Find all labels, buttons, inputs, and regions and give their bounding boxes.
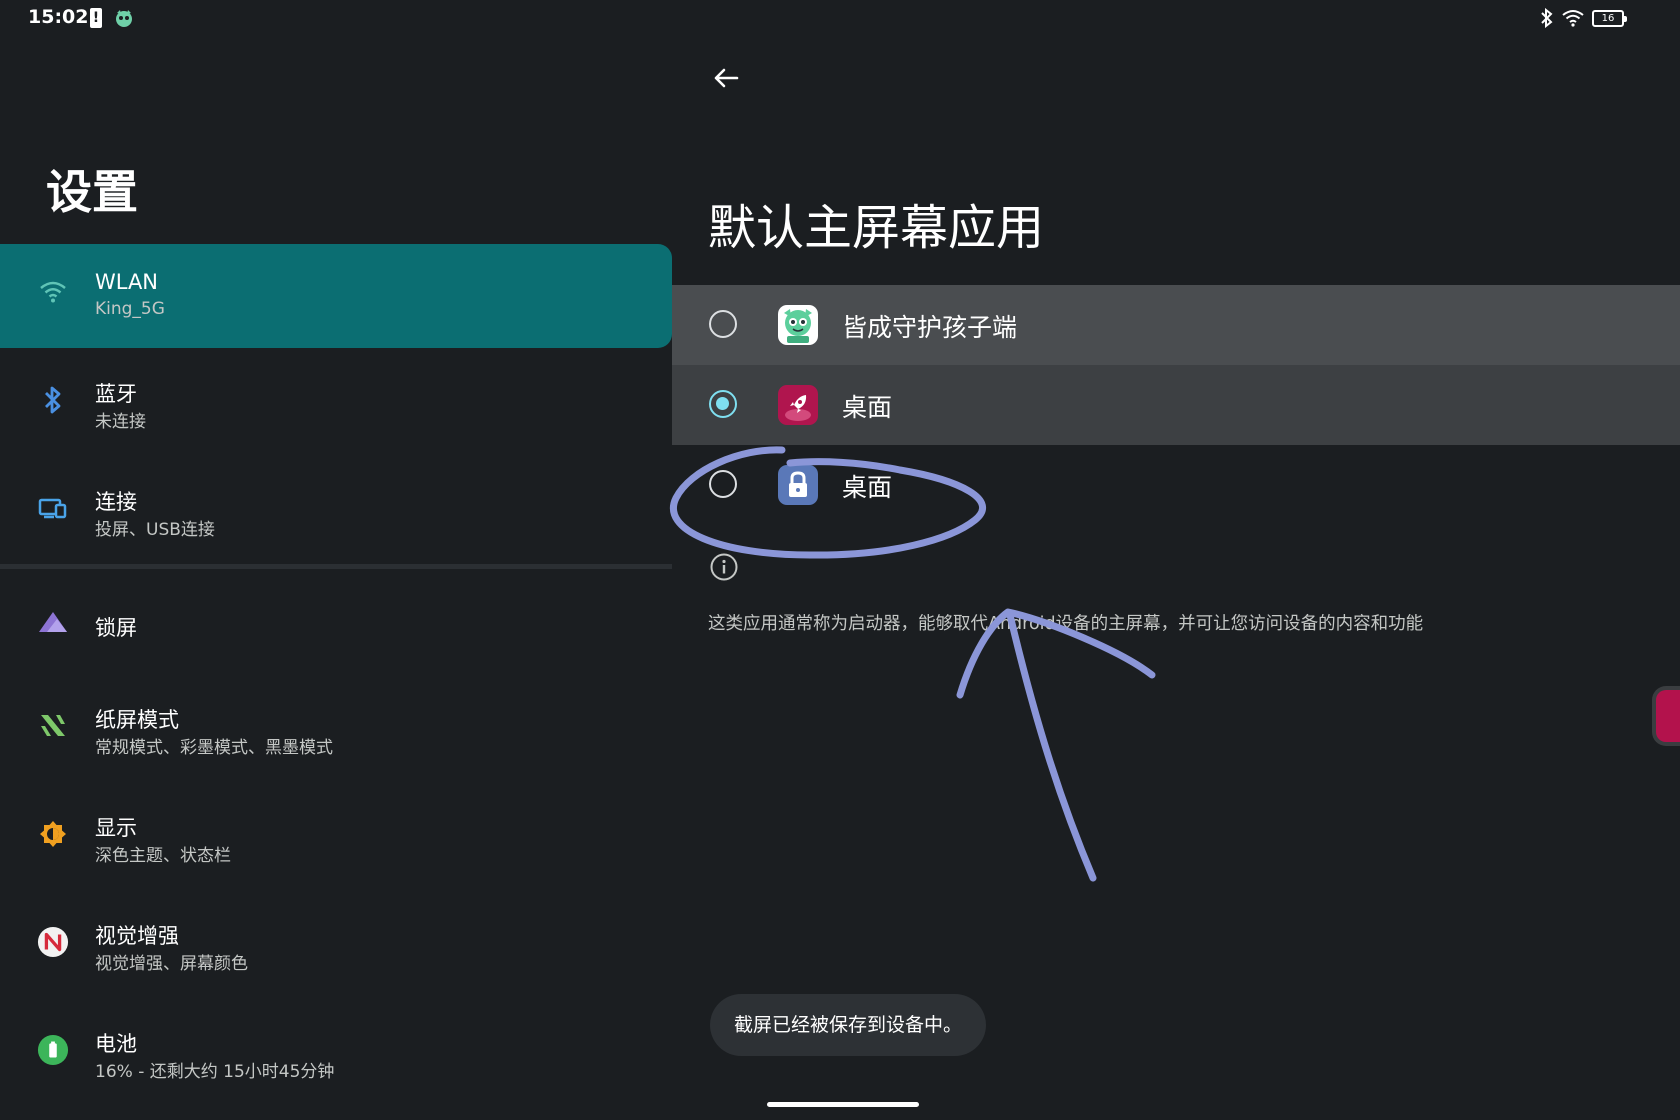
home-option-launcher[interactable]: 桌面 — [672, 365, 1680, 445]
option-label: 皆成守护孩子端 — [842, 313, 1018, 342]
option-label: 桌面 — [842, 473, 893, 502]
floating-edge-button[interactable] — [1652, 686, 1680, 746]
nav-item-lockscreen[interactable]: 锁屏 — [0, 574, 672, 678]
nav-item-subtitle: King_5G — [95, 299, 165, 319]
screenshot-toast: 截屏已经被保存到设备中。 — [710, 994, 987, 1056]
radio-button-checked[interactable] — [709, 390, 737, 418]
nav-item-title: 锁屏 — [95, 616, 137, 640]
settings-nav-pane: 设置 WLAN King_5G 蓝牙 未连接 连接 投屏、USB连接 锁屏 纸屏… — [0, 36, 672, 1120]
back-button[interactable] — [706, 58, 746, 98]
default-home-pane: 默认主屏幕应用 皆成守护孩子端 桌面 桌面 这类应用通常称为启动器，能够取代An… — [672, 36, 1680, 1120]
nav-item-connection[interactable]: 连接 投屏、USB连接 — [0, 460, 672, 564]
radio-button[interactable] — [709, 310, 737, 338]
battery-status-icon: 16 — [1592, 9, 1627, 27]
nav-item-wlan[interactable]: WLAN King_5G — [0, 244, 672, 348]
nav-item-title: 电池 — [95, 1032, 137, 1056]
wifi-status-icon — [1562, 10, 1584, 27]
home-option-kid-guard[interactable]: 皆成守护孩子端 — [672, 285, 1680, 365]
nav-item-subtitle: 视觉增强、屏幕颜色 — [95, 954, 248, 974]
option-label: 桌面 — [842, 393, 893, 422]
settings-title: 设置 — [46, 165, 138, 219]
nav-item-title: 连接 — [95, 490, 137, 514]
nav-item-subtitle: 16% - 还剩大约 15小时45分钟 — [95, 1062, 335, 1082]
alert-icon: ! — [90, 8, 102, 28]
status-time: 15:02 — [28, 6, 89, 28]
nav-item-bluetooth[interactable]: 蓝牙 未连接 — [0, 352, 672, 456]
bluetooth-icon — [37, 384, 69, 416]
page-title: 默认主屏幕应用 — [708, 200, 1045, 256]
bluetooth-status-icon — [1541, 8, 1553, 28]
nav-item-title: 蓝牙 — [95, 382, 137, 406]
info-icon — [710, 553, 738, 581]
nav-item-title: WLAN — [95, 270, 159, 294]
nav-item-title: 显示 — [95, 816, 137, 840]
visual-enhance-icon — [37, 926, 69, 958]
nav-item-title: 视觉增强 — [95, 924, 179, 948]
paper-mode-icon — [37, 710, 69, 742]
back-arrow-icon — [714, 68, 739, 88]
lockscreen-icon — [37, 606, 69, 638]
devices-icon — [37, 492, 69, 524]
home-option-lock-launcher[interactable]: 桌面 — [672, 445, 1680, 525]
launcher-rocket-icon — [778, 385, 818, 425]
nav-item-title: 纸屏模式 — [95, 708, 179, 732]
nav-divider — [0, 564, 672, 569]
nav-item-subtitle: 未连接 — [95, 412, 146, 432]
battery-icon — [37, 1034, 69, 1066]
status-bar: 15:02 ! 16 — [0, 0, 1680, 36]
nav-item-subtitle: 投屏、USB连接 — [95, 520, 215, 540]
nav-item-paper-mode[interactable]: 纸屏模式 常规模式、彩墨模式、黑墨模式 — [0, 678, 672, 782]
lock-launcher-icon — [778, 465, 818, 505]
nav-item-visual-enhance[interactable]: 视觉增强 视觉增强、屏幕颜色 — [0, 894, 672, 998]
gesture-home-bar[interactable] — [767, 1102, 919, 1107]
brightness-icon — [37, 818, 69, 850]
kid-guard-status-icon — [116, 10, 132, 27]
kid-guard-app-icon — [778, 305, 818, 345]
nav-item-subtitle: 常规模式、彩墨模式、黑墨模式 — [95, 738, 333, 758]
radio-button[interactable] — [709, 470, 737, 498]
info-description: 这类应用通常称为启动器，能够取代Android设备的主屏幕，并可让您访问设备的内… — [708, 614, 1424, 634]
wifi-icon — [37, 276, 69, 308]
nav-item-battery[interactable]: 电池 16% - 还剩大约 15小时45分钟 — [0, 1002, 672, 1106]
nav-item-display[interactable]: 显示 深色主题、状态栏 — [0, 786, 672, 890]
nav-item-subtitle: 深色主题、状态栏 — [95, 846, 231, 866]
